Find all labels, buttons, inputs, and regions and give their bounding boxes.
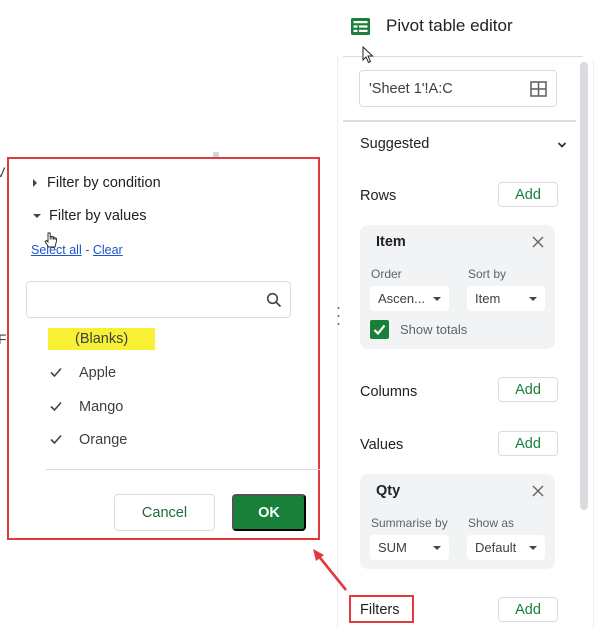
show-totals-checkbox[interactable] (370, 320, 389, 339)
checkmark-icon (49, 432, 65, 448)
panel-header: Pivot table editor (337, 0, 600, 56)
panel-right-border (593, 60, 594, 629)
dropdown-arrow-icon (433, 297, 441, 301)
popup-divider (46, 469, 320, 470)
data-range-value: 'Sheet 1'!A:C (369, 80, 453, 97)
data-range-field[interactable]: 'Sheet 1'!A:C (359, 70, 557, 107)
clear-link[interactable]: Clear (93, 243, 123, 257)
grid-select-icon[interactable] (530, 81, 547, 97)
card-title: Item (376, 234, 406, 250)
close-icon[interactable] (531, 235, 545, 249)
cancel-button[interactable]: Cancel (114, 494, 215, 531)
sheets-icon (351, 18, 370, 35)
filter-by-values-toggle[interactable]: Filter by values (33, 208, 147, 224)
order-select[interactable]: Ascen... (370, 286, 449, 311)
checkmark-icon (49, 365, 65, 381)
filter-popup: Filter by condition Filter by values Sel… (7, 157, 320, 540)
suggested-label[interactable]: Suggested (360, 136, 429, 152)
search-icon[interactable] (266, 292, 282, 308)
dropdown-arrow-icon (529, 546, 537, 550)
summarise-by-select[interactable]: SUM (370, 535, 449, 560)
range-divider (343, 120, 576, 122)
filter-by-condition-toggle[interactable]: Filter by condition (33, 175, 161, 191)
filters-add-button[interactable]: Add (498, 597, 558, 622)
value-label: (Blanks) (75, 331, 129, 347)
values-add-button[interactable]: Add (498, 431, 558, 456)
show-as-value: Default (475, 540, 517, 555)
pivot-table-editor-panel: Pivot table editor 'Sheet 1'!A:C Suggest… (337, 0, 600, 629)
summarise-by-label: Summarise by (371, 516, 448, 530)
order-label: Order (371, 267, 402, 281)
card-title: Qty (376, 483, 401, 499)
annotation-arrow-icon (313, 549, 348, 591)
sheet-fragment-text: V (0, 164, 6, 180)
sort-by-select[interactable]: Item (467, 286, 545, 311)
ok-button[interactable]: OK (232, 494, 306, 531)
value-item-orange[interactable]: Orange (49, 428, 127, 452)
close-icon[interactable] (531, 484, 545, 498)
value-item-apple[interactable]: Apple (49, 361, 116, 385)
rows-add-button[interactable]: Add (498, 182, 558, 207)
values-qty-card: Qty Summarise by SUM Show as Default (360, 474, 555, 569)
show-totals-label: Show totals (400, 322, 468, 337)
expand-down-icon (33, 214, 41, 218)
values-search-input[interactable] (27, 282, 257, 317)
value-item-mango[interactable]: Mango (49, 395, 123, 419)
sort-by-value: Item (475, 291, 501, 306)
hand-cursor-icon (44, 232, 57, 248)
columns-add-button[interactable]: Add (498, 377, 558, 402)
columns-label: Columns (360, 384, 418, 400)
filter-by-values-label: Filter by values (49, 208, 147, 224)
arrow-cursor-icon (362, 46, 374, 64)
show-as-label: Show as (468, 516, 515, 530)
show-as-select[interactable]: Default (467, 535, 545, 560)
expand-right-icon (33, 179, 37, 187)
summarise-by-value: SUM (378, 540, 407, 555)
dropdown-arrow-icon (529, 297, 537, 301)
value-label: Apple (79, 365, 117, 381)
rows-label: Rows (360, 188, 397, 204)
link-separator: - (81, 243, 93, 257)
header-divider (343, 56, 583, 57)
rows-item-card: Item Order Ascen... Sort by Item Show to… (360, 225, 555, 349)
dropdown-arrow-icon (433, 546, 441, 550)
value-label: Mango (79, 399, 124, 415)
checkmark-icon (49, 399, 65, 415)
values-label: Values (360, 437, 404, 453)
resize-handle-icon[interactable] (337, 306, 340, 326)
values-search-box[interactable] (26, 281, 291, 318)
panel-scrollbar[interactable] (580, 62, 588, 510)
order-value: Ascen... (378, 291, 425, 306)
chevron-down-icon[interactable] (556, 139, 568, 151)
value-label: Orange (79, 432, 128, 448)
sort-by-label: Sort by (468, 267, 507, 281)
value-item-blanks[interactable]: (Blanks) (75, 327, 128, 351)
filter-by-condition-label: Filter by condition (47, 175, 161, 191)
panel-title: Pivot table editor (386, 16, 513, 35)
checkmark-icon (373, 324, 386, 336)
